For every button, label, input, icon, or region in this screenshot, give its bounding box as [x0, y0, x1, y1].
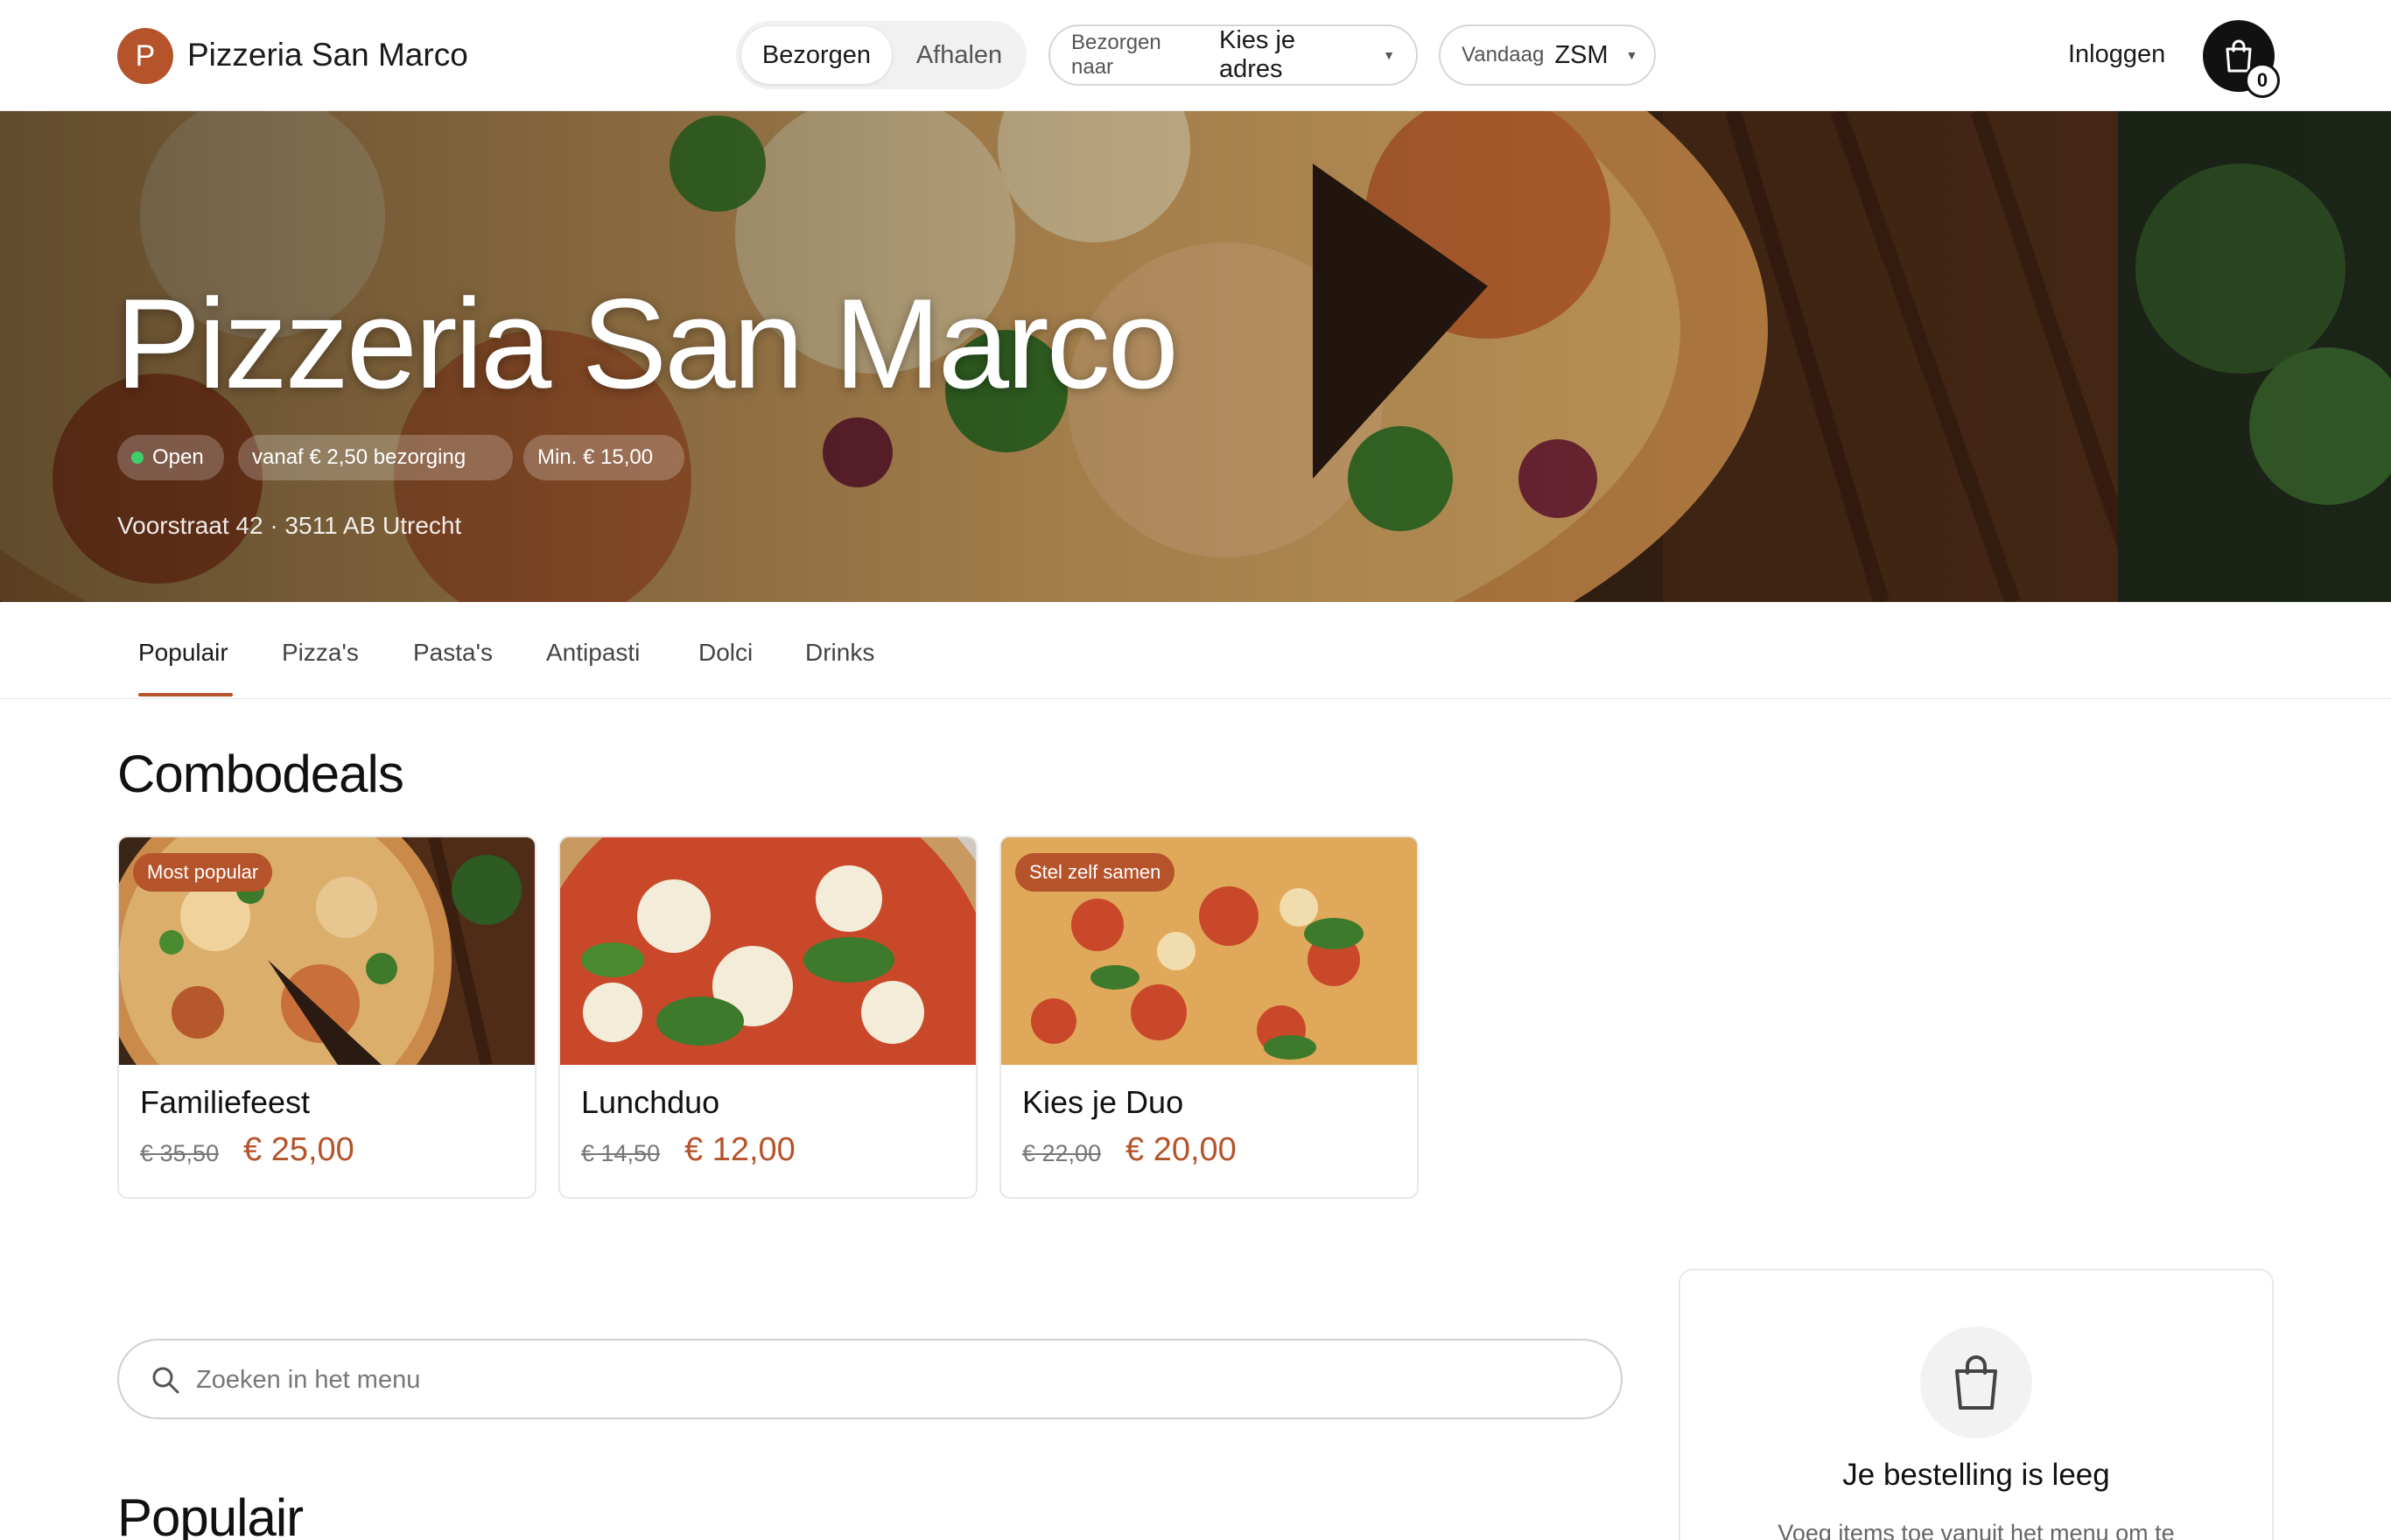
tab-populair[interactable]: Populair [138, 639, 228, 667]
deal-name: Familiefeest [140, 1084, 311, 1120]
tab-pizzas[interactable]: Pizza's [282, 639, 359, 667]
shopping-bag-icon [1955, 1355, 1997, 1410]
login-link[interactable]: Inloggen [2068, 40, 2165, 69]
empty-order-title: Je bestelling is leeg [1842, 1458, 2110, 1492]
minimum-order-chip: Min. € 15,00 [523, 435, 684, 480]
address-prefix: Bezorgen naar [1071, 31, 1161, 79]
time-prefix: Vandaag [1462, 43, 1545, 66]
populair-section-title: Populair [117, 1488, 304, 1540]
open-status-dot [131, 452, 144, 464]
brand-name[interactable]: Pizzeria San Marco [187, 37, 468, 74]
chevron-down-icon: ▼ [1625, 48, 1638, 62]
top-header: P Pizzeria San Marco Bezorgen Afhalen Be… [0, 0, 2391, 111]
hero-title: Pizzeria San Marco [116, 272, 1179, 415]
delivery-fee-chip: vanaf € 2,50 bezorging [238, 435, 513, 480]
tab-pastas[interactable]: Pasta's [413, 639, 493, 667]
chevron-down-icon: ▼ [1383, 48, 1395, 62]
empty-bag-badge [1920, 1326, 2032, 1438]
deal-badge: Stel zelf samen [1015, 853, 1175, 892]
deal-card-familiefeest[interactable]: Most popular Familiefeest € 35,50 € 25,0… [117, 836, 536, 1199]
hero-banner: Pizzeria San Marco Open vanaf € 2,50 bez… [0, 111, 2391, 602]
deal-price: € 12,00 [684, 1131, 796, 1168]
time-value: ZSM [1554, 40, 1609, 69]
empty-order-text: Voeg items toe vanuit het menu om te [1777, 1520, 2175, 1540]
logo-letter: P [135, 38, 156, 73]
logo[interactable]: P [117, 28, 173, 84]
mode-delivery-button[interactable]: Bezorgen [741, 26, 892, 84]
search-icon [152, 1367, 179, 1394]
deal-name: Kies je Duo [1022, 1084, 1184, 1120]
deal-name: Lunchduo [581, 1084, 720, 1120]
tab-drinks[interactable]: Drinks [805, 639, 874, 667]
deal-price: € 25,00 [243, 1131, 354, 1168]
deal-image-lunchduo [560, 837, 976, 1065]
deal-price: € 20,00 [1125, 1131, 1237, 1168]
time-selector[interactable]: Vandaag ZSM ▼ [1439, 24, 1656, 86]
cart-count-badge: 0 [2245, 63, 2280, 98]
tab-dolci[interactable]: Dolci [698, 639, 753, 667]
status-chip: Open [117, 435, 224, 480]
deal-card-kies-je-duo[interactable]: Stel zelf samen Kies je Duo € 22,00 € 20… [999, 836, 1419, 1199]
mode-pickup-button[interactable]: Afhalen [897, 26, 1021, 84]
active-tab-indicator [138, 693, 233, 696]
search-input[interactable] [196, 1356, 1561, 1404]
deal-old-price: € 35,50 [140, 1140, 220, 1166]
address-value: Kies je adres [1218, 26, 1296, 83]
deal-old-price: € 22,00 [1022, 1140, 1102, 1166]
deal-badge: Most popular [133, 853, 273, 892]
menu-search[interactable] [117, 1339, 1623, 1419]
order-summary-panel: Je bestelling is leeg Voeg items toe van… [1679, 1269, 2274, 1540]
combodeals-title: Combodeals [117, 745, 404, 803]
deal-card-lunchduo[interactable]: Lunchduo € 14,50 € 12,00 [558, 836, 978, 1199]
status-label: Open [152, 445, 204, 469]
deal-old-price: € 14,50 [581, 1140, 661, 1166]
restaurant-address: Voorstraat 42 · 3511 AB Utrecht [117, 512, 462, 539]
category-tabs: Populair Pizza's Pasta's Antipasti Dolci… [0, 602, 2391, 699]
delivery-mode-toggle: Bezorgen Afhalen [736, 21, 1027, 89]
tab-antipasti[interactable]: Antipasti [546, 639, 640, 667]
address-selector[interactable]: Bezorgen naar Kies je adres ▼ [1048, 24, 1418, 86]
